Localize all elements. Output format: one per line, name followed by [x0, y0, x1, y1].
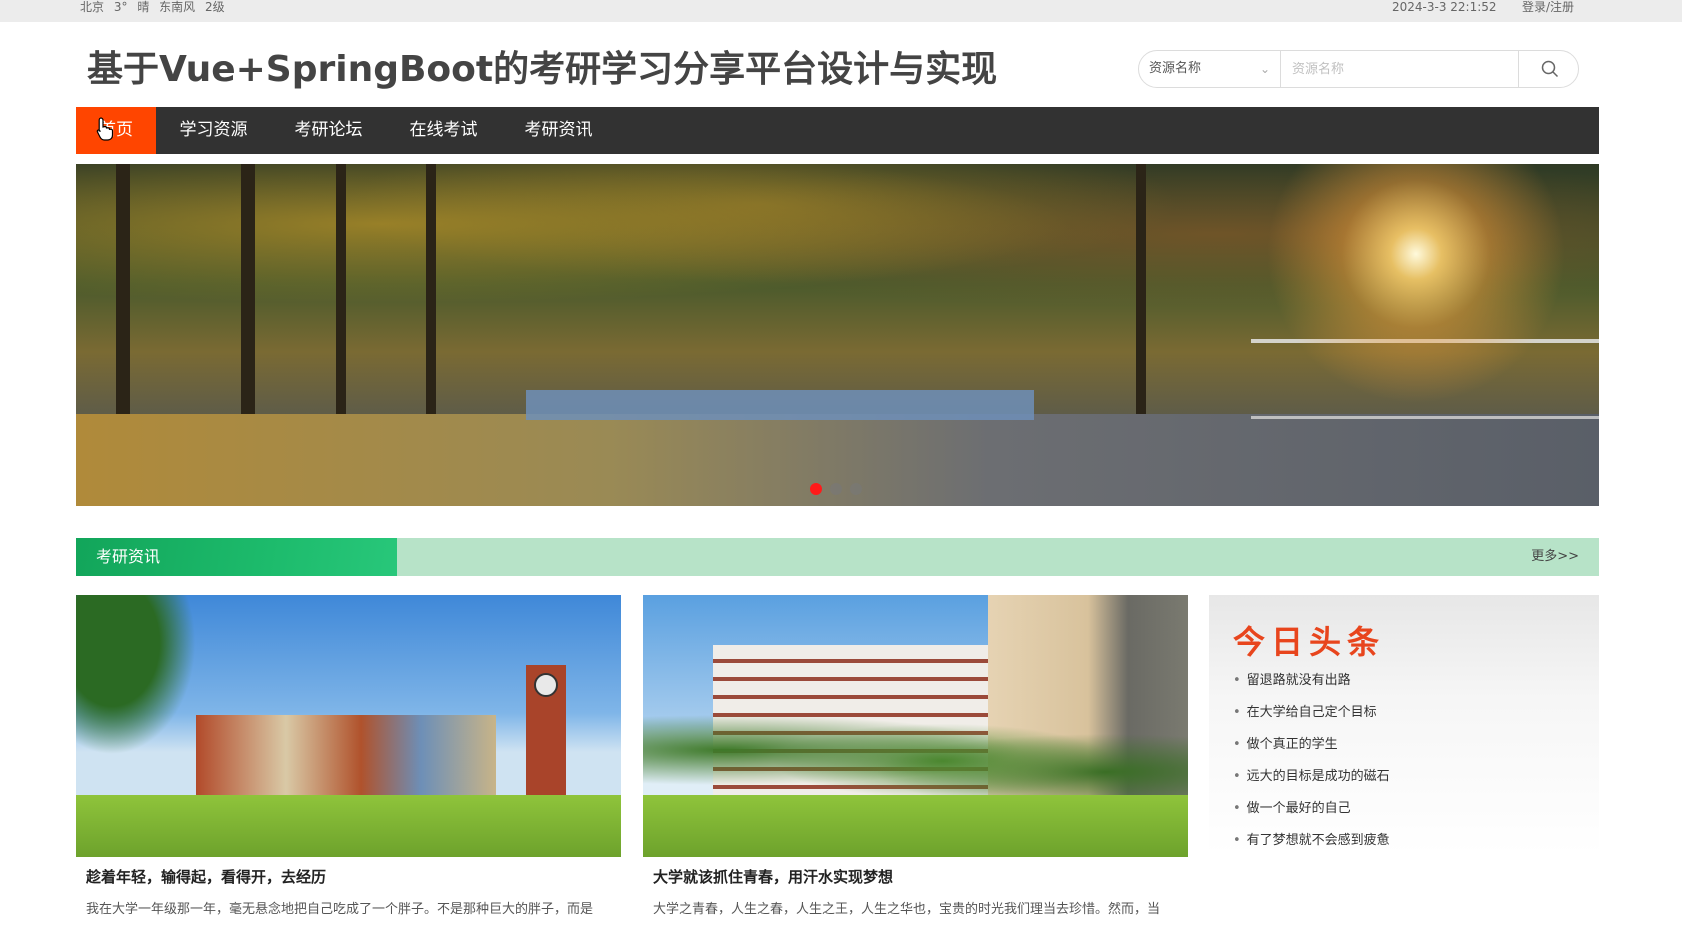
nav-item-news[interactable]: 考研资讯 — [501, 107, 616, 154]
tree-trunk — [116, 164, 130, 454]
search-category-select[interactable]: 资源名称 ⌄ — [1139, 51, 1281, 87]
chevron-down-icon: ⌄ — [1259, 62, 1270, 76]
hero-banner[interactable] — [76, 164, 1599, 506]
news-card-excerpt: 我在大学一年级那一年，毫无悬念地把自己吃成了一个胖子。不是那种巨大的胖子，而是 — [86, 902, 594, 917]
image-trees — [643, 695, 1188, 805]
news-card-excerpt: 大学之青春，人生之春，人生之王，人生之华也，宝贵的时光我们理当去珍惜。然而，当 — [653, 902, 1161, 917]
image-tree — [76, 595, 196, 755]
site-title: 基于Vue+SpringBoot的考研学习分享平台设计与实现 — [87, 49, 998, 90]
search-icon — [1541, 60, 1559, 78]
clock-icon — [534, 673, 558, 697]
nav-item-home[interactable]: 首页 — [76, 107, 156, 154]
nav-item-study-resources[interactable]: 学习资源 — [156, 107, 271, 154]
headline-item[interactable]: • 留退路就没有出路 — [1233, 665, 1390, 697]
headline-item[interactable]: • 有了梦想就不会感到疲惫 — [1233, 825, 1390, 857]
image-clock-tower — [526, 665, 566, 805]
today-headlines-panel: 今日头条 • 留退路就没有出路 • 在大学给自己定个目标 • 做个真正的学生 • 远大的… — [1209, 595, 1599, 855]
tree-trunk — [241, 164, 255, 454]
carousel-dot-3[interactable] — [850, 483, 862, 495]
top-info-bar: 北京 3° 晴 东南风 2级 2024-3-3 22:1:52 登录/注册 — [0, 0, 1682, 22]
weather-temp: 3° — [113, 0, 128, 14]
nav-item-forum[interactable]: 考研论坛 — [271, 107, 386, 154]
weather-level: 2级 — [205, 0, 225, 14]
news-card-title[interactable]: 大学就该抓住青春，用汗水实现梦想 — [653, 866, 893, 887]
headline-item[interactable]: • 做一个最好的自己 — [1233, 793, 1390, 825]
headline-item[interactable]: • 在大学给自己定个目标 — [1233, 697, 1390, 729]
news-card-image[interactable] — [76, 595, 621, 857]
headline-item[interactable]: • 远大的目标是成功的磁石 — [1233, 761, 1390, 793]
search-input[interactable] — [1282, 51, 1518, 87]
news-card-image[interactable] — [643, 595, 1188, 857]
login-register-link[interactable]: 登录/注册 — [1522, 0, 1574, 14]
weather-wind: 东南风 — [159, 0, 196, 14]
image-building — [196, 715, 496, 805]
headline-item[interactable]: • 做个真正的学生 — [1233, 729, 1390, 761]
headlines-list: • 留退路就没有出路 • 在大学给自己定个目标 • 做个真正的学生 • 远大的目标是成功… — [1233, 665, 1390, 857]
search-category-value: 资源名称 — [1149, 61, 1202, 76]
tree-trunk — [336, 164, 346, 454]
main-nav: 首页 学习资源 考研论坛 在线考试 考研资讯 — [76, 107, 1599, 154]
carousel-dot-2[interactable] — [830, 483, 842, 495]
image-lawn — [643, 795, 1188, 857]
tree-trunk — [426, 164, 436, 454]
weather-city: 北京 — [80, 0, 105, 14]
section-title: 考研资讯 — [76, 538, 397, 576]
weather-info: 北京 3° 晴 东南风 2级 — [80, 0, 231, 14]
nav-item-online-exam[interactable]: 在线考试 — [386, 107, 501, 154]
hand-cursor-icon — [96, 117, 114, 141]
carousel-dot-1[interactable] — [810, 483, 822, 495]
weather-condition: 晴 — [137, 0, 150, 14]
tree-trunk — [1136, 164, 1146, 454]
headlines-heading: 今日头条 — [1233, 623, 1386, 661]
news-section-header: 考研资讯 更多>> — [76, 538, 1599, 576]
image-lawn — [76, 795, 621, 857]
news-card-title[interactable]: 趁着年轻，输得起，看得开，去经历 — [86, 866, 326, 887]
banner-court-fence — [526, 390, 1034, 420]
current-datetime: 2024-3-3 22:1:52 — [1392, 0, 1497, 14]
search-bar: 资源名称 ⌄ — [1138, 50, 1579, 88]
more-link[interactable]: 更多>> — [1531, 538, 1579, 576]
search-button[interactable] — [1518, 51, 1578, 87]
